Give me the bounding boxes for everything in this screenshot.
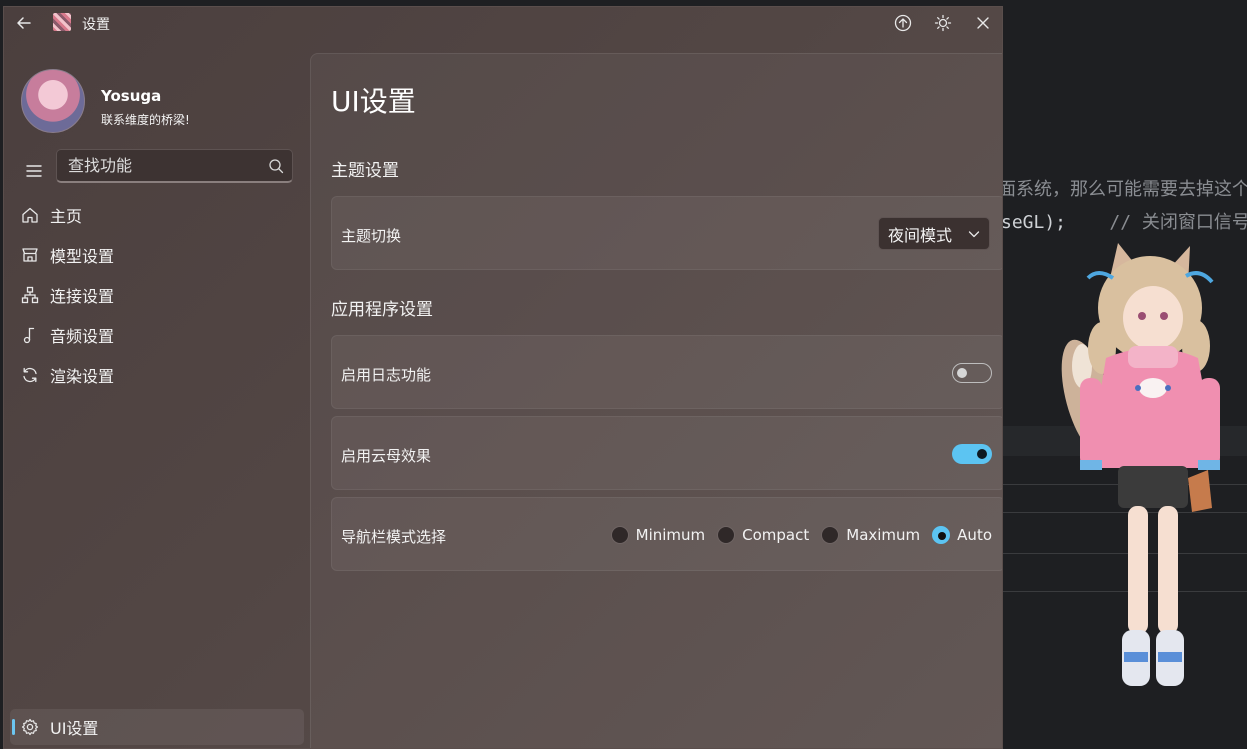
hamburger-icon	[26, 165, 42, 177]
mica-toggle[interactable]	[952, 444, 992, 464]
nav-item-model-settings[interactable]: 模型设置	[10, 237, 304, 273]
radio-label: Auto	[957, 526, 992, 544]
code-line: 面系统，那么可能需要去掉这个	[998, 179, 1247, 200]
radio-minimum[interactable]: Minimum	[610, 526, 706, 544]
theme-toggle-button[interactable]	[923, 7, 963, 39]
toggle-knob	[977, 449, 987, 459]
code-line: seGL); // 关闭窗口信号	[1001, 208, 1247, 234]
setting-card-mica: 启用云母效果	[331, 416, 1002, 490]
refresh-icon	[20, 365, 40, 385]
setting-label: 主题切换	[341, 227, 402, 245]
app-icon	[53, 13, 71, 31]
radio-label: Maximum	[846, 526, 921, 544]
setting-card-theme-switch: 主题切换 夜间模式	[331, 196, 1002, 270]
home-icon	[20, 205, 40, 225]
nav-item-label: 音频设置	[50, 327, 115, 346]
nav-mode-radio-group: Minimum Compact Maximum Auto	[599, 526, 992, 544]
radio-label: Minimum	[635, 526, 706, 544]
radio-label: Compact	[742, 526, 810, 544]
setting-card-log: 启用日志功能	[331, 335, 1002, 409]
page-title: UI设置	[331, 85, 416, 118]
close-icon	[977, 17, 989, 29]
nav-item-label: 渲染设置	[50, 367, 115, 386]
settings-window: 设置 Yosuga 联系维度的桥梁! 查找功能 主页 模型设置 连接设置 音频设…	[3, 6, 1003, 749]
section-title-theme: 主题设置	[331, 161, 399, 181]
nav-item-label: 连接设置	[50, 287, 115, 306]
avatar[interactable]	[21, 69, 85, 133]
chevron-down-icon	[968, 231, 980, 238]
connection-icon	[20, 285, 40, 305]
menu-toggle-button[interactable]	[16, 154, 52, 188]
section-title-app: 应用程序设置	[331, 300, 433, 320]
close-button[interactable]	[963, 7, 1002, 39]
theme-mode-select[interactable]: 夜间模式	[878, 217, 990, 250]
character-model[interactable]	[1058, 238, 1228, 698]
log-toggle[interactable]	[952, 363, 992, 383]
search-input[interactable]	[57, 150, 292, 181]
radio-circle	[821, 526, 840, 544]
nav-item-label: 模型设置	[50, 247, 115, 266]
title-bar: 设置	[4, 7, 1002, 39]
sidebar: Yosuga 联系维度的桥梁! 主页 模型设置	[4, 39, 310, 748]
radio-auto[interactable]: Auto	[932, 526, 992, 544]
radio-circle	[932, 526, 951, 544]
nav-item-render-settings[interactable]: 渲染设置	[10, 357, 304, 393]
nav-item-home[interactable]: 主页	[10, 197, 304, 233]
setting-label: 导航栏模式选择	[341, 528, 447, 546]
user-motto: 联系维度的桥梁!	[101, 113, 190, 127]
nav-item-label: 主页	[50, 207, 83, 226]
back-arrow-icon	[17, 17, 31, 29]
radio-circle	[610, 526, 629, 544]
radio-maximum[interactable]: Maximum	[821, 526, 920, 544]
gear-icon	[20, 717, 40, 737]
back-button[interactable]	[4, 7, 44, 39]
nav-item-ui-settings[interactable]: UI设置	[10, 709, 304, 745]
radio-circle	[717, 526, 736, 544]
theme-icon	[934, 14, 952, 32]
nav-item-connection-settings[interactable]: 连接设置	[10, 277, 304, 313]
setting-label: 启用日志功能	[341, 366, 432, 384]
nav-item-label: UI设置	[50, 719, 99, 738]
code-snippet: seGL);	[1001, 212, 1067, 233]
search-icon[interactable]	[268, 158, 284, 174]
pin-button[interactable]	[883, 7, 923, 39]
search-box	[56, 149, 293, 183]
window-title: 设置	[82, 17, 110, 33]
setting-label: 启用云母效果	[341, 447, 432, 465]
model-icon	[20, 245, 40, 265]
settings-content: UI设置 主题设置 主题切换 夜间模式 应用程序设置 启用日志功能 启用云母效果…	[310, 53, 1002, 748]
nav-item-audio-settings[interactable]: 音频设置	[10, 317, 304, 353]
setting-card-nav-mode: 导航栏模式选择 Minimum Compact Maximum Auto	[331, 497, 1002, 571]
user-name: Yosuga	[101, 87, 162, 105]
pin-icon	[894, 14, 912, 32]
music-icon	[20, 325, 40, 345]
radio-compact[interactable]: Compact	[717, 526, 809, 544]
code-comment: // 关闭窗口信号	[1109, 212, 1247, 233]
theme-mode-value: 夜间模式	[888, 225, 953, 245]
toggle-knob	[957, 368, 967, 378]
